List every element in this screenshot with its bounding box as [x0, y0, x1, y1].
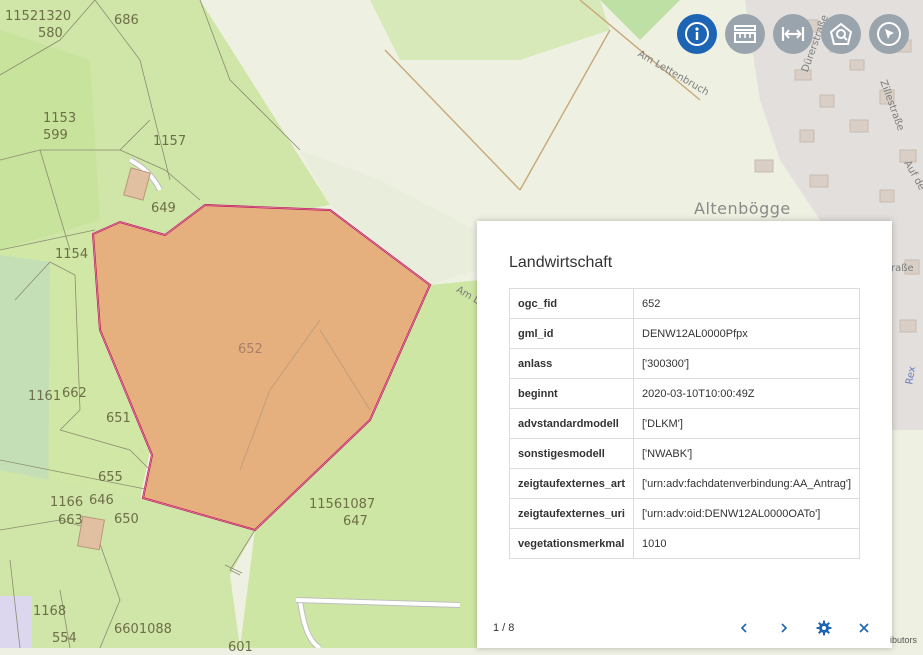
parcel-label: 1154 — [55, 247, 89, 262]
attribute-value: 652 — [632, 288, 861, 319]
previous-button[interactable] — [732, 617, 756, 639]
close-icon — [859, 623, 869, 633]
layers-icon — [734, 25, 756, 43]
attribute-row: sonstigesmodell ['NWABK'] — [509, 438, 861, 469]
attribute-row: gml_id DENW12AL0000Pfpx — [509, 318, 861, 349]
street-label: raße — [891, 263, 914, 274]
map-toolbar — [677, 14, 909, 54]
parcel-label: 1168 — [33, 604, 67, 619]
measure-tool-button[interactable] — [773, 14, 813, 54]
parcel-label: 11561087 — [309, 497, 376, 512]
attribute-row: anlass ['300300'] — [509, 348, 861, 379]
chevron-right-icon — [781, 623, 788, 633]
parcel-label: 651 — [106, 411, 131, 426]
parcel-label: 554 — [52, 631, 77, 646]
map-attribution: ibutors — [889, 635, 917, 645]
attribute-value: 2020-03-10T10:00:49Z — [632, 378, 861, 409]
attribute-key: advstandardmodell — [509, 408, 634, 439]
close-button[interactable] — [852, 617, 876, 639]
gear-icon — [816, 620, 832, 636]
parcel-label: 6601088 — [114, 622, 172, 637]
attribute-row: advstandardmodell ['DLKM'] — [509, 408, 861, 439]
attribute-row: zeigtaufexternes_uri ['urn:adv:oid:DENW12… — [509, 498, 861, 529]
parcel-label: 662 — [62, 386, 87, 401]
info-icon — [685, 22, 709, 46]
cursor-icon — [877, 22, 901, 46]
feature-info-popup: Landwirtschaft ogc_fid 652 gml_id DENW12AL0… — [477, 221, 892, 648]
parcel-label: 655 — [98, 470, 123, 485]
parcel-label: 1161 — [28, 389, 62, 404]
search-area-icon — [829, 22, 853, 45]
parcel-label: 663 — [58, 513, 83, 528]
settings-button[interactable] — [812, 617, 836, 639]
attribute-row: beginnt 2020-03-10T10:00:49Z — [509, 378, 861, 409]
parcel-label: 580 — [38, 26, 63, 41]
parcel-label: 647 — [343, 514, 368, 529]
attribute-key: gml_id — [509, 318, 634, 349]
attribute-value: ['urn:adv:oid:DENW12AL0000OATo'] — [632, 498, 861, 529]
parcel-label: 650 — [114, 512, 139, 527]
next-button[interactable] — [772, 617, 796, 639]
attribute-key: zeigtaufexternes_art — [509, 468, 634, 499]
attribute-key: vegetationsmerkmal — [509, 528, 634, 559]
parcel-label: 686 — [114, 13, 139, 28]
attribute-key: beginnt — [509, 378, 634, 409]
attribute-row: zeigtaufexternes_art ['urn:adv:fachdatenv… — [509, 468, 861, 499]
attribute-value: ['DLKM'] — [632, 408, 861, 439]
select-tool-button[interactable] — [869, 14, 909, 54]
chevron-left-icon — [740, 623, 747, 633]
attribute-value: ['300300'] — [632, 348, 861, 379]
parcel-label: 1153 — [43, 111, 77, 126]
place-label: Altenbögge — [694, 199, 791, 218]
attribute-value: ['NWABK'] — [632, 438, 861, 469]
attribute-value: DENW12AL0000Pfpx — [632, 318, 861, 349]
attribute-key: ogc_fid — [509, 288, 634, 319]
attribute-key: anlass — [509, 348, 634, 379]
attribute-value: ['urn:adv:fachdatenverbindung:AA_Antrag'… — [632, 468, 861, 499]
parcel-label: 1166 — [50, 495, 84, 510]
parcel-label: 649 — [151, 201, 176, 216]
layer-tool-button[interactable] — [725, 14, 765, 54]
parcel-label: 11521320 — [5, 9, 72, 24]
parcel-label: 1157 — [153, 134, 187, 149]
page-indicator: 1 / 8 — [493, 622, 515, 634]
attribute-key: sonstigesmodell — [509, 438, 634, 469]
popup-footer: 1 / 8 — [493, 617, 876, 639]
attribute-row: vegetationsmerkmal 1010 — [509, 528, 861, 559]
parcel-label: 599 — [43, 128, 68, 143]
popup-title: Landwirtschaft — [509, 254, 613, 271]
search-area-tool-button[interactable] — [821, 14, 861, 54]
parcel-label-selected: 652 — [238, 342, 263, 357]
attribute-table: ogc_fid 652 gml_id DENW12AL0000Pfpx anlass ['… — [509, 288, 861, 559]
attribute-key: zeigtaufexternes_uri — [509, 498, 634, 529]
parcel-label: 646 — [89, 493, 114, 508]
info-tool-button[interactable] — [677, 14, 717, 54]
measure-icon — [781, 27, 805, 41]
attribute-value: 1010 — [632, 528, 861, 559]
attribute-row: ogc_fid 652 — [509, 288, 861, 319]
